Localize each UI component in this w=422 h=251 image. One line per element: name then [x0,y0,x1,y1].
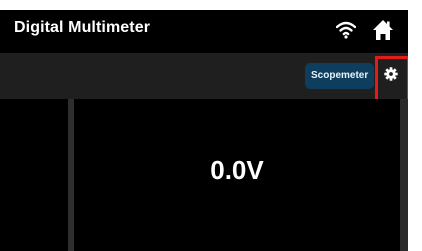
right-edge-panel [400,99,408,251]
home-icon[interactable] [372,19,394,41]
toolbar: Scopemeter [0,53,408,99]
left-panel [0,99,66,251]
multimeter-screen: Digital Multimeter Scopemeter 0.0V [0,10,408,251]
settings-button[interactable] [376,59,406,93]
app-title: Digital Multimeter [14,19,151,36]
reading-display: 0.0V [74,99,400,251]
title-bar: Digital Multimeter [0,10,408,53]
gear-icon [384,66,398,86]
scopemeter-button[interactable]: Scopemeter [305,63,375,89]
voltage-reading: 0.0V [210,155,264,185]
wifi-icon [335,21,357,39]
